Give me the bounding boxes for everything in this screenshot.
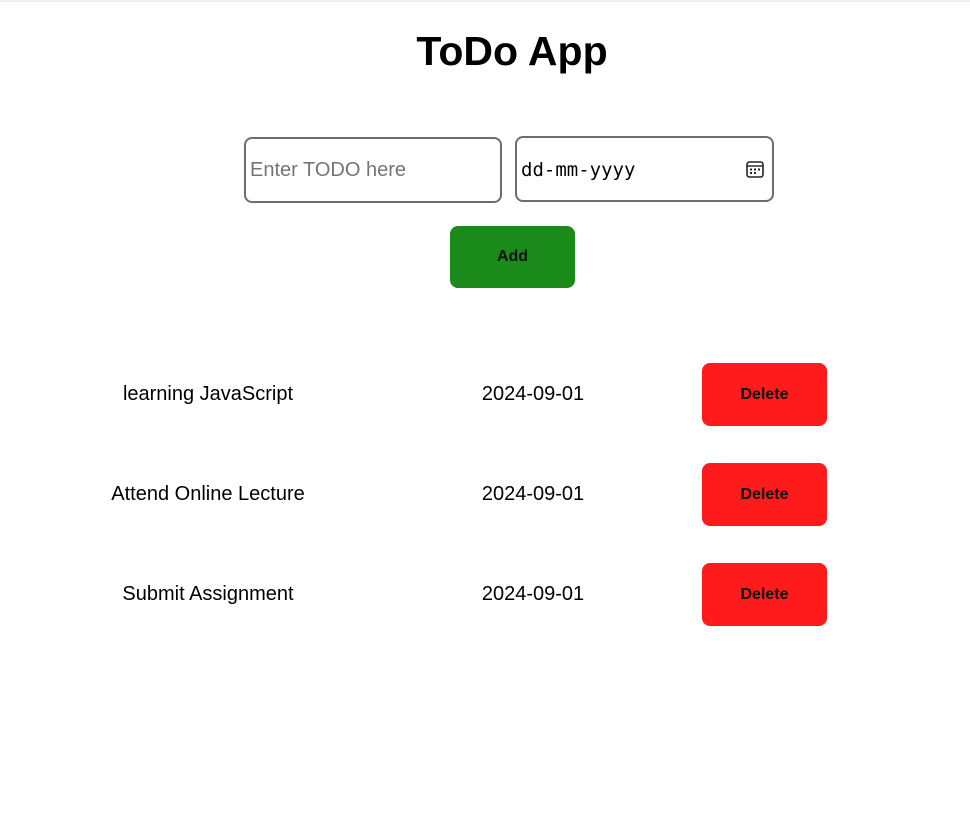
date-placeholder: dd-mm-yyyy	[521, 159, 636, 181]
delete-button[interactable]: Delete	[702, 463, 827, 526]
delete-button[interactable]: Delete	[702, 363, 827, 426]
todo-name: Attend Online Lecture	[111, 483, 305, 505]
add-button[interactable]: Add	[450, 226, 575, 288]
calendar-icon[interactable]	[745, 159, 765, 179]
todo-date: 2024-09-01	[481, 583, 585, 605]
todo-date: 2024-09-01	[481, 483, 585, 505]
todo-item: Attend Online Lecture 2024-09-01 Delete	[0, 463, 970, 526]
todo-item: learning JavaScript 2024-09-01 Delete	[0, 363, 970, 426]
delete-button[interactable]: Delete	[702, 563, 827, 626]
todo-name: learning JavaScript	[122, 383, 294, 405]
todo-input[interactable]	[244, 137, 502, 203]
todo-date: 2024-09-01	[481, 383, 585, 405]
date-input[interactable]: dd-mm-yyyy	[515, 136, 774, 202]
page-title: ToDo App	[416, 28, 608, 74]
todo-name: Submit Assignment	[122, 583, 294, 605]
todo-item: Submit Assignment 2024-09-01 Delete	[0, 563, 970, 626]
top-divider	[0, 0, 970, 2]
